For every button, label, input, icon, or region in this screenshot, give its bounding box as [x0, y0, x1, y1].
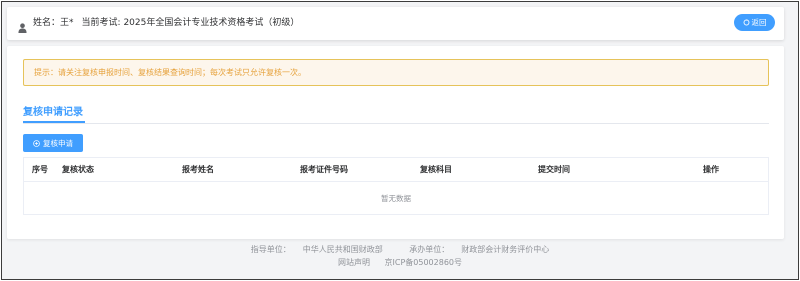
main-content: 提示：请关注复核申报时间、复核结果查询时间；每次考试只允许复核一次。 复核申请记… [7, 46, 784, 239]
site-statement-link[interactable]: 网站声明 [338, 258, 370, 267]
notice-alert: 提示：请关注复核申报时间、复核结果查询时间；每次考试只允许复核一次。 [23, 59, 769, 86]
guide-label: 指导单位： [250, 245, 291, 254]
table-header: 序号 复核状态 报考姓名 报考证件号码 复核科目 提交时间 操作 [24, 158, 768, 182]
column-header-status: 复核状态 [62, 165, 94, 174]
page-frame: 姓名：王* 当前考试: 2025年全国会计专业技术资格考试（初级） 返回 提示：请… [1, 1, 799, 280]
footer-units: 指导单位： 中华人民共和国财政部 承办单位： 财政部会计财务评价中心 [2, 243, 798, 256]
exam-label: 当前考试: [81, 18, 121, 28]
column-header-name: 报考姓名 [182, 165, 214, 174]
plus-circle-icon [33, 139, 40, 147]
footer: 指导单位： 中华人民共和国财政部 承办单位： 财政部会计财务评价中心 网站声明 京I… [2, 243, 798, 269]
apply-review-button[interactable]: 复核申请 [23, 134, 83, 152]
host-unit: 财政部会计财务评价中心 [461, 245, 550, 254]
column-header-subject: 复核科目 [420, 165, 452, 174]
section-title: 复核申请记录 [23, 107, 83, 118]
column-header-id-number: 报考证件号码 [300, 165, 348, 174]
header-bar: 姓名：王* 当前考试: 2025年全国会计专业技术资格考试（初级） 返回 [7, 7, 784, 40]
icp-link[interactable]: 京ICP备05002860号 [385, 258, 463, 267]
section-divider [23, 123, 769, 124]
guide-unit: 中华人民共和国财政部 [302, 245, 383, 254]
review-records-table: 序号 复核状态 报考姓名 报考证件号码 复核科目 提交时间 操作 暂无数据 [23, 157, 769, 215]
table-empty-text: 暂无数据 [381, 194, 411, 203]
back-button-label: 返回 [751, 18, 767, 27]
column-header-index: 序号 [32, 165, 48, 174]
column-header-submit-time: 提交时间 [538, 165, 570, 174]
back-button[interactable]: 返回 [734, 14, 775, 31]
exam-name: 2025年全国会计专业技术资格考试（初级） [123, 18, 300, 28]
host-label: 承办单位： [409, 245, 450, 254]
refresh-icon [743, 19, 749, 26]
candidate-name: 王* [60, 18, 74, 28]
apply-review-label: 复核申请 [43, 138, 73, 148]
name-label: 姓名： [33, 18, 61, 28]
footer-links: 网站声明 京ICP备05002860号 [2, 256, 798, 269]
exam-info: 姓名：王* 当前考试: 2025年全国会计专业技术资格考试（初级） [33, 16, 299, 30]
user-icon [18, 18, 27, 33]
column-header-actions: 操作 [703, 165, 719, 174]
